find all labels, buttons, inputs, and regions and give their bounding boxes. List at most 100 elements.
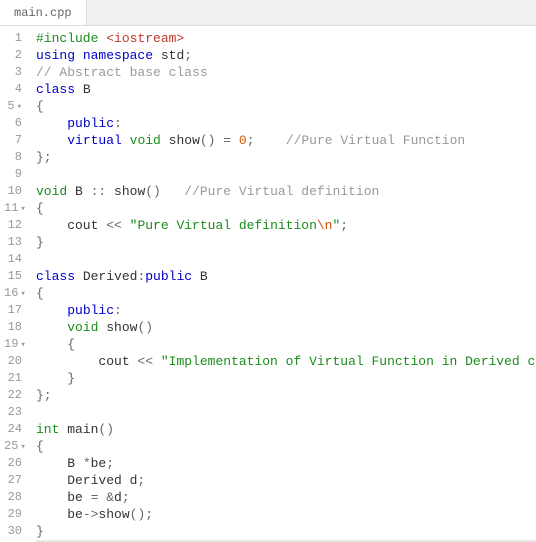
token-punct: : [114,303,122,318]
code-line[interactable]: class Derived:public B [36,268,536,285]
editor-container: main.cpp 12345▾67891011▾1213141516▾17181… [0,0,536,542]
code-line[interactable]: void show() [36,319,536,336]
code-line[interactable]: cout << "Pure Virtual definition\n"; [36,217,536,234]
code-line[interactable]: { [36,438,536,455]
token-identifier [161,184,184,199]
line-number: 22 [4,387,22,404]
code-line[interactable]: B *be; [36,455,536,472]
code-line[interactable]: { [36,336,536,353]
token-include: <iostream> [106,31,184,46]
token-punct: }; [36,388,52,403]
line-number: 26 [4,455,22,472]
line-number: 13 [4,234,22,251]
line-number: 8 [4,149,22,166]
token-comment: // Abstract base class [36,65,208,80]
code-line[interactable]: virtual void show() = 0; //Pure Virtual … [36,132,536,149]
code-line[interactable]: be->show(); [36,506,536,523]
line-number: 15 [4,268,22,285]
fold-marker-icon[interactable]: ▾ [20,289,25,299]
line-number: 27 [4,472,22,489]
token-keyword: class [36,82,75,97]
line-number: 4 [4,81,22,98]
code-line[interactable]: } [36,234,536,251]
code-line[interactable]: cout << "Implementation of Virtual Funct… [36,353,536,370]
code-line[interactable]: void B :: show() //Pure Virtual definiti… [36,183,536,200]
token-identifier: B [75,82,91,97]
token-punct: }; [36,150,52,165]
token-identifier: Derived [75,269,137,284]
token-identifier [255,133,286,148]
code-line[interactable]: public: [36,115,536,132]
token-identifier: B [67,184,90,199]
code-line[interactable]: public: [36,302,536,319]
code-line[interactable]: using namespace std; [36,47,536,64]
token-identifier: B [36,456,83,471]
token-punct: () [137,320,153,335]
token-escape: \n [317,218,333,233]
token-type: void [67,320,98,335]
token-identifier [231,133,239,148]
line-number: 6 [4,115,22,132]
code-line[interactable]: }; [36,387,536,404]
token-identifier [122,133,130,148]
line-number: 10 [4,183,22,200]
line-gutter: 12345▾67891011▾1213141516▾171819▾2021222… [0,26,30,542]
line-number: 30 [4,523,22,540]
fold-marker-icon[interactable]: ▾ [20,442,25,452]
code-line[interactable] [36,251,536,268]
code-line[interactable] [36,404,536,421]
code-line[interactable]: int main() [36,421,536,438]
code-line[interactable]: } [36,370,536,387]
token-punct: { [67,337,75,352]
code-line[interactable]: }; [36,149,536,166]
token-identifier [153,354,161,369]
token-identifier [122,218,130,233]
code-line[interactable]: { [36,200,536,217]
line-number: 19▾ [4,336,22,353]
token-identifier: show [98,507,129,522]
token-punct: ; [137,473,145,488]
file-tab[interactable]: main.cpp [0,0,87,25]
token-keyword: public [67,303,114,318]
token-operator: << [106,218,122,233]
token-punct: ; [122,490,130,505]
token-operator: * [83,456,91,471]
code-line[interactable]: #include <iostream> [36,30,536,47]
code-line[interactable]: be = &d; [36,489,536,506]
code-content[interactable]: #include <iostream>using namespace std;/… [30,26,536,542]
token-identifier: cout [36,354,137,369]
code-line[interactable]: // Abstract base class [36,64,536,81]
line-number: 28 [4,489,22,506]
token-keyword: public [67,116,114,131]
fold-marker-icon[interactable]: ▾ [20,204,25,214]
token-keyword: namespace [83,48,153,63]
tab-label: main.cpp [14,6,72,20]
token-punct: { [36,99,44,114]
fold-marker-icon[interactable]: ▾ [20,340,25,350]
code-area[interactable]: 12345▾67891011▾1213141516▾171819▾2021222… [0,26,536,542]
line-number: 3 [4,64,22,81]
token-punct: { [36,201,44,216]
token-operator: = [223,133,231,148]
token-type: void [130,133,161,148]
token-identifier: show [98,320,137,335]
token-identifier [75,48,83,63]
token-punct: () [200,133,216,148]
code-line[interactable]: { [36,285,536,302]
code-line[interactable]: { [36,98,536,115]
fold-marker-icon[interactable]: ▾ [17,102,22,112]
token-identifier [36,371,67,386]
token-identifier [36,337,67,352]
code-line[interactable]: class B [36,81,536,98]
token-number: 0 [239,133,247,148]
token-punct: ; [106,456,114,471]
token-identifier: be [36,490,91,505]
token-type: int [36,422,59,437]
code-line[interactable]: Derived d; [36,472,536,489]
token-string: "Pure Virtual definition [130,218,317,233]
line-number: 24 [4,421,22,438]
token-identifier: main [59,422,98,437]
code-line[interactable] [36,166,536,183]
code-line[interactable]: } [36,523,536,540]
line-number: 18 [4,319,22,336]
